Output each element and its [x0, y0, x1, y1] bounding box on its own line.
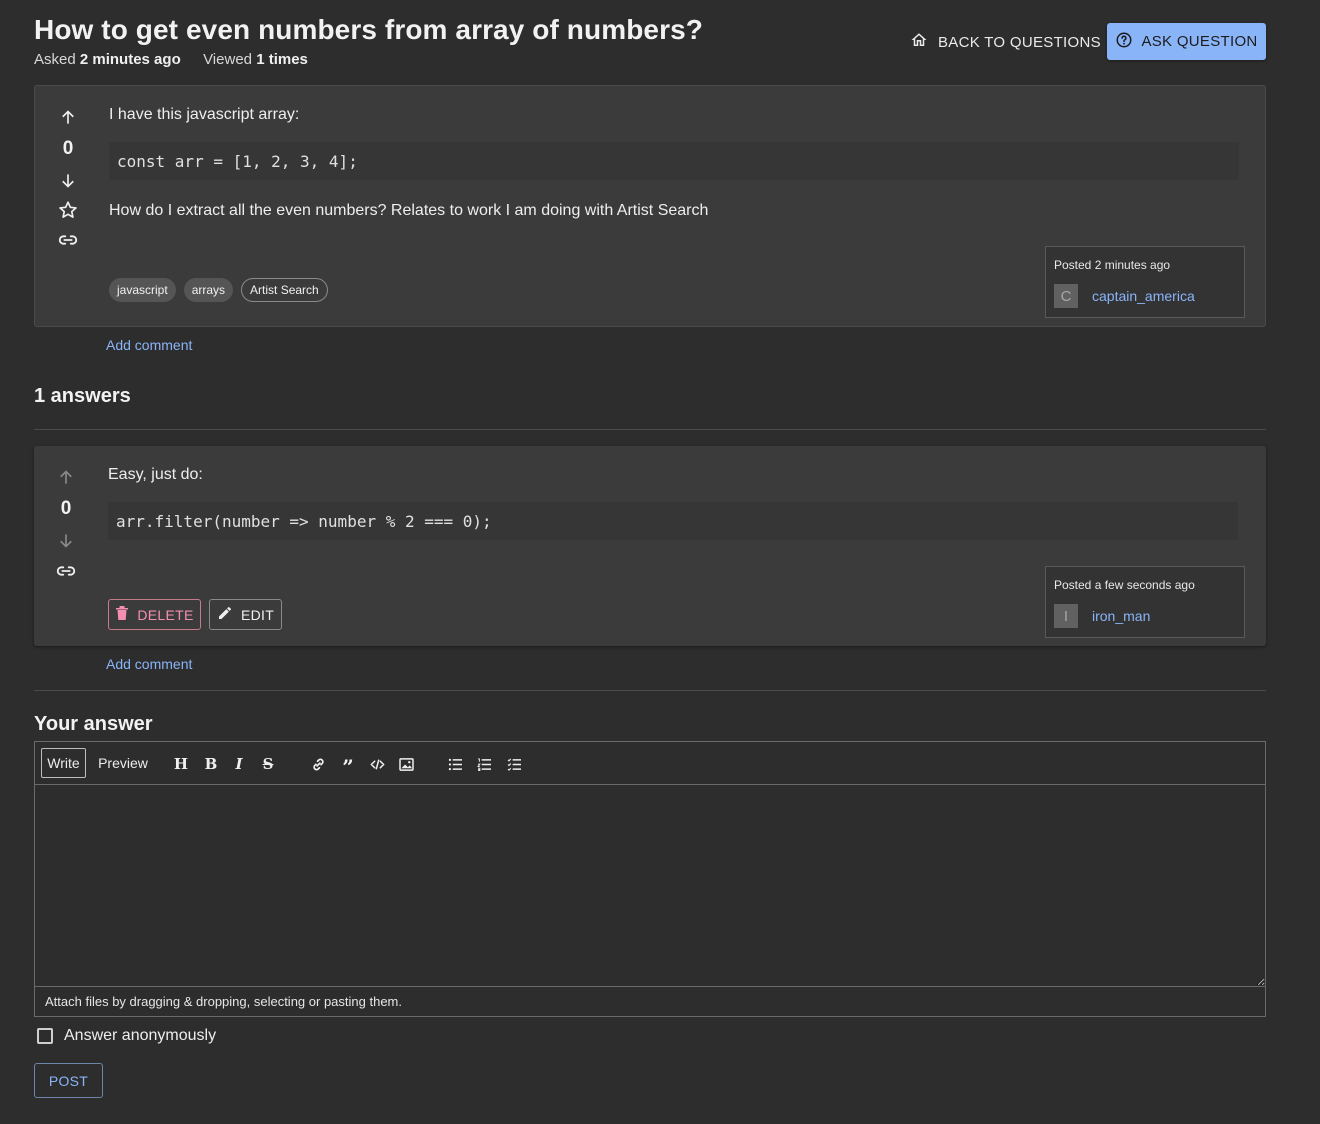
question-vote-column: 0	[48, 106, 88, 251]
asked-value: 2 minutes ago	[79, 51, 181, 68]
answer-anonymously-checkbox[interactable]	[37, 1028, 53, 1044]
tag-arrays[interactable]: arrays	[183, 278, 234, 302]
answer-score: 0	[60, 498, 72, 519]
viewed-label: Viewed	[203, 51, 253, 68]
link-icon[interactable]	[57, 229, 79, 251]
divider	[34, 429, 1266, 430]
strikethrough-icon[interactable]: S	[258, 754, 278, 774]
ask-question-label: ASK QUESTION	[1141, 33, 1258, 50]
answer-textarea[interactable]	[35, 786, 1265, 986]
code-icon[interactable]	[367, 754, 387, 774]
delete-button[interactable]: DELETE	[108, 599, 201, 630]
your-answer-heading: Your answer	[34, 713, 153, 735]
answer-anonymously-label[interactable]: Answer anonymously	[64, 1027, 216, 1045]
downvote-arrow-icon[interactable]	[55, 530, 77, 552]
downvote-arrow-icon[interactable]	[57, 170, 79, 192]
answer-add-comment-link[interactable]: Add comment	[106, 656, 192, 672]
question-score: 0	[62, 138, 74, 159]
tag-artist-search[interactable]: Artist Search	[241, 278, 328, 302]
answer-author-link[interactable]: iron_man	[1092, 608, 1150, 624]
divider	[34, 690, 1266, 691]
back-to-questions-label: BACK TO QUESTIONS	[938, 33, 1101, 51]
upvote-arrow-icon[interactable]	[55, 466, 77, 488]
question-add-comment-link[interactable]: Add comment	[106, 337, 192, 353]
post-button[interactable]: POST	[34, 1063, 103, 1098]
edit-button[interactable]: EDIT	[209, 599, 282, 630]
question-code-block: const arr = [1, 2, 3, 4];	[109, 142, 1239, 180]
home-icon	[910, 31, 928, 53]
answer-author-box: Posted a few seconds ago I iron_man	[1045, 566, 1245, 638]
task-list-icon[interactable]	[504, 754, 524, 774]
link-icon[interactable]	[308, 754, 328, 774]
avatar: I	[1054, 604, 1078, 628]
markdown-editor: Write Preview H B I S ” Attach files by …	[34, 741, 1266, 1017]
edit-label: EDIT	[240, 606, 275, 623]
editor-toolbar: Write Preview H B I S ”	[35, 742, 1265, 785]
numbered-list-icon[interactable]	[474, 754, 494, 774]
bold-icon[interactable]: B	[201, 754, 221, 774]
bulleted-list-icon[interactable]	[445, 754, 465, 774]
answer-posted-time: Posted a few seconds ago	[1054, 578, 1195, 592]
trash-icon	[115, 605, 129, 624]
avatar: C	[1054, 284, 1078, 308]
question-body-intro: I have this javascript array:	[109, 106, 300, 123]
upvote-arrow-icon[interactable]	[57, 106, 79, 128]
delete-label: DELETE	[137, 606, 194, 623]
answer-code-block: arr.filter(number => number % 2 === 0);	[108, 502, 1238, 540]
italic-icon[interactable]: I	[229, 754, 249, 774]
page-title: How to get even numbers from array of nu…	[34, 14, 703, 45]
question-posted-time: Posted 2 minutes ago	[1054, 258, 1171, 272]
answer-body-text: Easy, just do:	[108, 466, 203, 483]
quote-icon[interactable]: ”	[338, 754, 358, 777]
star-icon[interactable]	[57, 199, 79, 221]
asked-label: Asked	[34, 51, 76, 68]
help-circle-icon	[1115, 31, 1133, 53]
answer-card: 0 Easy, just do: arr.filter(number => nu…	[34, 446, 1266, 646]
tag-javascript[interactable]: javascript	[109, 278, 176, 302]
question-meta: Asked 2 minutes ago Viewed 1 times	[34, 51, 308, 68]
pencil-icon	[217, 605, 233, 624]
answer-vote-column: 0	[46, 466, 86, 582]
question-body-text: How do I extract all the even numbers? R…	[109, 202, 709, 219]
ask-question-button[interactable]: ASK QUESTION	[1107, 23, 1266, 60]
heading-icon[interactable]: H	[171, 754, 191, 774]
tag-list: javascript arrays Artist Search	[109, 278, 328, 302]
attach-files-hint[interactable]: Attach files by dragging & dropping, sel…	[35, 986, 1265, 1017]
viewed-value: 1 times	[256, 51, 308, 68]
tab-write[interactable]: Write	[41, 748, 86, 778]
answers-heading: 1 answers	[34, 385, 131, 407]
question-author-link[interactable]: captain_america	[1092, 288, 1195, 304]
question-author-box: Posted 2 minutes ago C captain_america	[1045, 246, 1245, 318]
back-to-questions-button[interactable]: BACK TO QUESTIONS	[898, 24, 1113, 60]
image-icon[interactable]	[396, 754, 416, 774]
tab-preview[interactable]: Preview	[93, 748, 153, 778]
link-icon[interactable]	[55, 560, 77, 582]
question-card: 0 I have this javascript array: const ar…	[34, 85, 1266, 327]
